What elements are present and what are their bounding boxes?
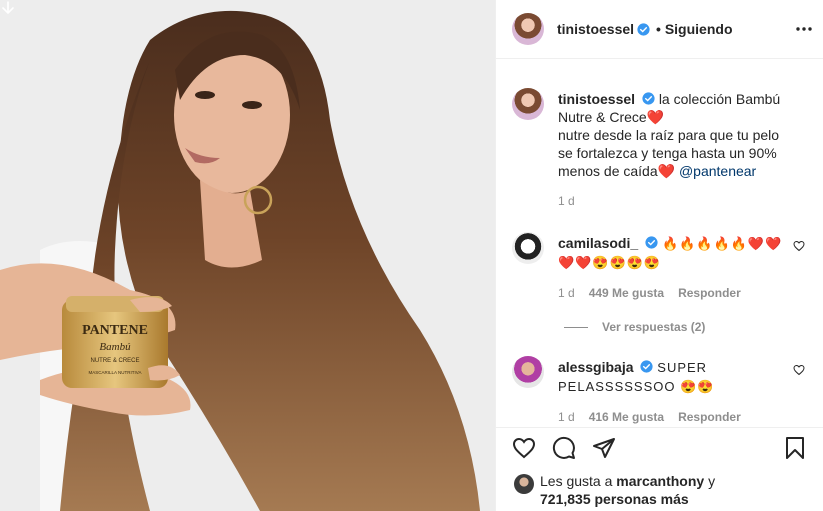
reply-button[interactable]: Responder bbox=[678, 408, 741, 426]
replies-divider-line bbox=[564, 326, 588, 328]
follow-status-button[interactable]: • Siguiendo bbox=[656, 21, 732, 37]
liker-avatar[interactable] bbox=[514, 474, 534, 494]
caption-mention-link[interactable]: @pantenear bbox=[679, 163, 756, 179]
share-icon[interactable] bbox=[592, 436, 616, 460]
caption: tinistoessel la colección Bambú Nutre & … bbox=[512, 88, 807, 210]
comment-likes[interactable]: 416 Me gusta bbox=[589, 408, 664, 426]
comment-likes[interactable]: 449 Me gusta bbox=[589, 284, 664, 302]
comment-username[interactable]: camilasodi_ bbox=[558, 235, 638, 251]
verified-badge-icon bbox=[645, 236, 658, 249]
likes-others-count[interactable]: 721,835 personas más bbox=[540, 491, 689, 507]
comment-meta: 1 d 449 Me gusta Responder bbox=[558, 284, 785, 302]
view-replies-label: Ver respuestas (2) bbox=[602, 320, 706, 334]
comment-time[interactable]: 1 d bbox=[558, 408, 575, 426]
verified-badge-icon bbox=[642, 92, 655, 105]
jar-sub-label: NUTRE & CRECE bbox=[90, 358, 139, 364]
avatar[interactable] bbox=[512, 88, 544, 120]
comment-like-heart-icon[interactable] bbox=[793, 240, 805, 252]
post-action-bar bbox=[496, 427, 823, 467]
comment-icon[interactable] bbox=[552, 436, 576, 460]
comment-username[interactable]: alessgibaja bbox=[558, 359, 634, 375]
bookmark-icon[interactable] bbox=[783, 436, 807, 460]
jar-brand-label: PANTENE bbox=[82, 323, 148, 338]
reply-button[interactable]: Responder bbox=[678, 284, 741, 302]
comment-like-heart-icon[interactable] bbox=[793, 364, 805, 376]
avatar[interactable] bbox=[512, 356, 544, 388]
post-header: tinistoessel • Siguiendo bbox=[496, 0, 823, 59]
jar-type-label: MASCARILLA NUTRITIVA bbox=[89, 370, 142, 375]
caption-username[interactable]: tinistoessel bbox=[558, 91, 635, 107]
carousel-arrow-icon bbox=[2, 1, 14, 14]
comment-time[interactable]: 1 d bbox=[558, 284, 575, 302]
avatar[interactable] bbox=[512, 13, 544, 45]
post-photo[interactable]: PANTENE Bambú NUTRE & CRECE MASCARILLA N… bbox=[0, 0, 495, 511]
post-image-illustration: PANTENE Bambú NUTRE & CRECE MASCARILLA N… bbox=[0, 0, 495, 511]
header-username[interactable]: tinistoessel bbox=[557, 21, 634, 37]
comment-item: alessgibaja SUPER PELASSSSSSOO 😍😍 1 d 41… bbox=[512, 356, 807, 426]
follow-status-label: Siguiendo bbox=[664, 21, 733, 37]
heart-icon[interactable] bbox=[512, 436, 536, 460]
comment-item: camilasodi_ 🔥🔥🔥🔥🔥❤️❤️❤️❤️😍😍😍😍 1 d 449 Me… bbox=[512, 232, 807, 302]
likes-suffix: y bbox=[708, 473, 716, 489]
likes-prefix: Les gusta a bbox=[540, 473, 613, 489]
liker-username[interactable]: marcanthony bbox=[616, 473, 704, 489]
avatar[interactable] bbox=[512, 232, 544, 264]
more-options-icon[interactable] bbox=[795, 22, 813, 36]
verified-badge-icon bbox=[637, 22, 650, 36]
caption-meta: 1 d bbox=[558, 192, 785, 210]
comments-list[interactable]: tinistoessel la colección Bambú Nutre & … bbox=[496, 60, 823, 426]
jar-line-label: Bambú bbox=[99, 341, 131, 353]
verified-badge-icon bbox=[640, 360, 653, 373]
caption-time[interactable]: 1 d bbox=[558, 192, 575, 210]
likes-summary: Les gusta a marcanthony y 721,835 person… bbox=[514, 472, 807, 508]
comment-meta: 1 d 416 Me gusta Responder bbox=[558, 408, 785, 426]
post-side-panel: tinistoessel • Siguiendo tinistoessel la… bbox=[495, 0, 823, 511]
view-replies-button[interactable]: Ver respuestas (2) bbox=[564, 320, 807, 334]
